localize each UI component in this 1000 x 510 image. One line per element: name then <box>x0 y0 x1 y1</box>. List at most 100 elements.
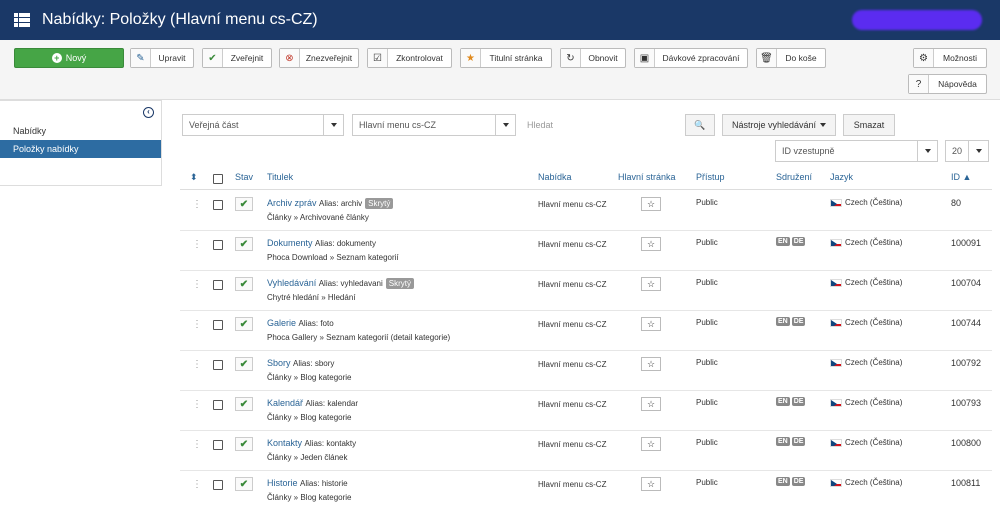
association-badge[interactable]: DE <box>791 477 806 486</box>
drag-handle-icon[interactable]: ⋮ <box>192 479 202 490</box>
item-title-link[interactable]: Archiv zpráv <box>267 198 317 208</box>
row-checkbox[interactable] <box>213 480 223 490</box>
home-button[interactable]: ★ Titulní stránka <box>460 48 552 68</box>
drag-handle-icon[interactable]: ⋮ <box>192 279 202 290</box>
collapse-sidebar-icon[interactable]: ‹ <box>143 107 154 118</box>
association-badge[interactable]: DE <box>791 237 806 246</box>
association-badge[interactable]: EN <box>776 317 790 326</box>
item-title-link[interactable]: Galerie <box>267 318 296 328</box>
search-tools-button[interactable]: Nástroje vyhledávání <box>722 114 836 136</box>
column-association: Sdružení <box>776 172 813 182</box>
publish-button[interactable]: ✔ Zveřejnit <box>202 48 272 68</box>
published-check-icon[interactable]: ✔ <box>235 437 253 451</box>
drag-handle-icon[interactable]: ⋮ <box>192 399 202 410</box>
sort-select[interactable]: ID vzestupně <box>775 140 938 162</box>
row-checkbox[interactable] <box>213 440 223 450</box>
page-title: Nabídky: Položky (Hlavní menu cs-CZ) <box>42 11 318 28</box>
edit-button[interactable]: ✎ Upravit <box>130 48 194 68</box>
published-check-icon[interactable]: ✔ <box>235 237 253 251</box>
row-checkbox[interactable] <box>213 400 223 410</box>
czech-flag-icon <box>830 198 842 207</box>
drag-handle-icon[interactable]: ⋮ <box>192 439 202 450</box>
drag-handle-icon[interactable]: ⋮ <box>192 199 202 210</box>
star-icon[interactable]: ☆ <box>641 197 661 211</box>
item-language: Czech (Čeština) <box>845 198 903 207</box>
star-icon[interactable]: ☆ <box>641 317 661 331</box>
star-icon[interactable]: ☆ <box>641 397 661 411</box>
gear-icon: ⚙ <box>914 49 934 67</box>
column-access[interactable]: Přístup <box>696 172 725 182</box>
access-filter-select[interactable]: Veřejná část <box>182 114 344 136</box>
menu-filter-select[interactable]: Hlavní menu cs-CZ <box>352 114 516 136</box>
item-menu: Hlavní menu cs-CZ <box>538 240 607 249</box>
item-title-link[interactable]: Kalendář <box>267 398 303 408</box>
published-check-icon[interactable]: ✔ <box>235 197 253 211</box>
item-access: Public <box>696 478 718 487</box>
published-check-icon[interactable]: ✔ <box>235 317 253 331</box>
column-title[interactable]: Titulek <box>267 172 293 182</box>
row-checkbox[interactable] <box>213 320 223 330</box>
unpublish-button[interactable]: ⊗ Znezveřejnit <box>279 48 359 68</box>
czech-flag-icon <box>830 478 842 487</box>
rebuild-button[interactable]: ↻ Obnovit <box>560 48 626 68</box>
row-checkbox[interactable] <box>213 280 223 290</box>
unpublish-icon: ⊗ <box>280 49 300 67</box>
drag-handle-icon[interactable]: ⋮ <box>192 359 202 370</box>
row-checkbox[interactable] <box>213 200 223 210</box>
star-icon[interactable]: ☆ <box>641 477 661 491</box>
column-language[interactable]: Jazyk <box>830 172 853 182</box>
item-title-link[interactable]: Historie <box>267 478 298 488</box>
star-icon[interactable]: ☆ <box>641 357 661 371</box>
column-menu[interactable]: Nabídka <box>538 172 572 182</box>
sidebar-item-menus[interactable]: Nabídky <box>0 122 161 140</box>
star-icon[interactable]: ☆ <box>641 237 661 251</box>
drag-handle-icon[interactable]: ⋮ <box>192 239 202 250</box>
star-icon[interactable]: ☆ <box>641 277 661 291</box>
star-icon[interactable]: ☆ <box>641 437 661 451</box>
item-alias: Alias: archiv <box>319 199 363 208</box>
published-check-icon[interactable]: ✔ <box>235 397 253 411</box>
clear-button[interactable]: Smazat <box>843 114 895 136</box>
drag-handle-icon[interactable]: ⋮ <box>192 319 202 330</box>
item-menu: Hlavní menu cs-CZ <box>538 320 607 329</box>
batch-button[interactable]: ▣ Dávkové zpracování <box>634 48 748 68</box>
help-button[interactable]: ? Nápověda <box>908 74 987 94</box>
table-row: ⋮ ✔ Galerie Alias: foto Phoca Gallery » Sez… <box>180 311 992 351</box>
new-button[interactable]: + Nový <box>14 48 124 68</box>
trash-button[interactable]: 🗑 Do koše <box>756 48 826 68</box>
row-checkbox[interactable] <box>213 240 223 250</box>
association-badge[interactable]: EN <box>776 397 790 406</box>
item-title-link[interactable]: Vyhledávání <box>267 278 316 288</box>
item-language: Czech (Čeština) <box>845 238 903 247</box>
association-badge[interactable]: DE <box>791 437 806 446</box>
association-badge[interactable]: EN <box>776 477 790 486</box>
item-title-link[interactable]: Sbory <box>267 358 291 368</box>
column-id[interactable]: ID ▲ <box>951 172 971 182</box>
item-title-link[interactable]: Kontakty <box>267 438 302 448</box>
menu-grid-icon[interactable] <box>14 13 30 27</box>
table-row: ⋮ ✔ Archiv zpráv Alias: archiv Skrytý Články… <box>180 191 992 231</box>
options-button[interactable]: ⚙ Možnosti <box>913 48 987 68</box>
checkin-button[interactable]: ☑ Zkontrolovat <box>367 48 452 68</box>
association-badge[interactable]: EN <box>776 237 790 246</box>
chevron-down-icon <box>323 115 343 135</box>
item-access: Public <box>696 398 718 407</box>
association-badge[interactable]: EN <box>776 437 790 446</box>
published-check-icon[interactable]: ✔ <box>235 357 253 371</box>
item-id: 100800 <box>951 438 982 448</box>
limit-select[interactable]: 20 <box>945 140 989 162</box>
column-home[interactable]: Hlavní stránka <box>618 172 676 182</box>
row-checkbox[interactable] <box>213 360 223 370</box>
select-all-checkbox[interactable] <box>213 174 223 184</box>
item-title-link[interactable]: Dokumenty <box>267 238 313 248</box>
column-status[interactable]: Stav <box>235 172 253 182</box>
user-menu[interactable] <box>852 10 982 30</box>
ordering-icon[interactable]: ⬍ <box>190 172 198 183</box>
published-check-icon[interactable]: ✔ <box>235 477 253 491</box>
association-badge[interactable]: DE <box>791 317 806 326</box>
search-input[interactable]: Hledat <box>523 114 683 136</box>
association-badge[interactable]: DE <box>791 397 806 406</box>
sidebar-item-menu-items[interactable]: Položky nabídky <box>0 140 161 158</box>
published-check-icon[interactable]: ✔ <box>235 277 253 291</box>
search-button[interactable]: 🔍 <box>685 114 715 136</box>
